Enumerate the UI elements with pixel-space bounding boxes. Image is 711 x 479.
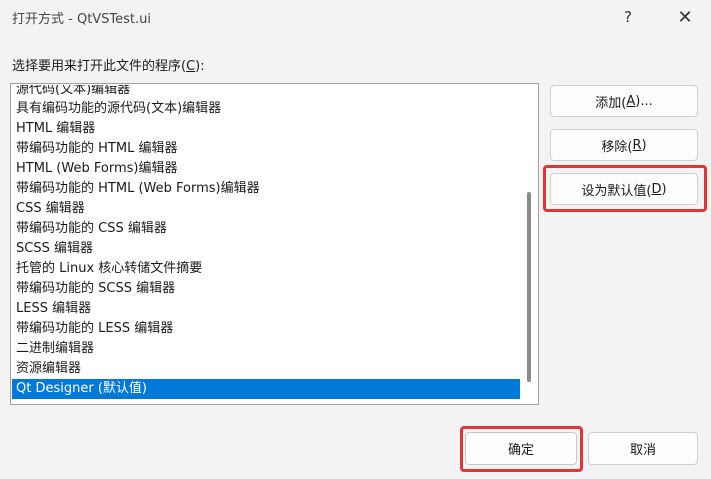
list-item[interactable]: 资源编辑器: [12, 359, 520, 379]
list-item[interactable]: CSS 编辑器: [12, 199, 520, 219]
add-suffix: )...: [635, 93, 653, 109]
add-button[interactable]: 添加(A)...: [550, 85, 698, 117]
set-default-suffix: ): [661, 181, 667, 197]
list-item[interactable]: 源代码(文本)编辑器: [12, 85, 520, 99]
set-default-accel: D: [651, 181, 662, 197]
list-item[interactable]: HTML (Web Forms)编辑器: [12, 159, 520, 179]
program-list: 源代码(文本)编辑器 具有编码功能的源代码(文本)编辑器 HTML 编辑器 带编码功能…: [12, 85, 520, 399]
cancel-button[interactable]: 取消: [588, 432, 698, 465]
vertical-scrollbar[interactable]: [520, 84, 538, 404]
list-item[interactable]: SCSS 编辑器: [12, 239, 520, 259]
remove-button[interactable]: 移除(R): [550, 129, 698, 161]
list-item[interactable]: 带编码功能的 SCSS 编辑器: [12, 279, 520, 299]
remove-label: 移除(: [601, 139, 633, 155]
scrollbar-thumb[interactable]: [527, 192, 531, 382]
prompt-text: 选择要用来打开此文件的程序(: [12, 59, 187, 74]
title-bar: 打开方式 - QtVSTest.ui ? ✕: [0, 0, 711, 34]
program-list-label: 选择要用来打开此文件的程序(C):: [12, 55, 205, 74]
list-item[interactable]: LESS 编辑器: [12, 299, 520, 319]
list-item[interactable]: 带编码功能的 HTML 编辑器: [12, 139, 520, 159]
add-accel: A: [626, 93, 636, 109]
list-item[interactable]: 带编码功能的 LESS 编辑器: [12, 319, 520, 339]
window-title: 打开方式 - QtVSTest.ui: [12, 12, 152, 27]
list-item[interactable]: 带编码功能的 HTML (Web Forms)编辑器: [12, 179, 520, 199]
remove-suffix: ): [641, 137, 647, 153]
prompt-suffix: ):: [195, 59, 205, 74]
program-listbox[interactable]: 源代码(文本)编辑器 具有编码功能的源代码(文本)编辑器 HTML 编辑器 带编码功能…: [10, 83, 539, 405]
set-default-label: 设为默认值(: [581, 183, 652, 199]
help-icon[interactable]: ?: [605, 0, 651, 34]
list-item[interactable]: 具有编码功能的源代码(文本)编辑器: [12, 99, 520, 119]
list-item[interactable]: Qt Designer (默认值): [12, 379, 520, 399]
close-icon[interactable]: ✕: [662, 0, 708, 34]
list-item[interactable]: 带编码功能的 CSS 编辑器: [12, 219, 520, 239]
set-default-button[interactable]: 设为默认值(D): [550, 173, 698, 205]
add-label: 添加(: [595, 95, 627, 111]
remove-accel: R: [632, 137, 642, 153]
prompt-accel: C: [186, 59, 196, 74]
list-item[interactable]: HTML 编辑器: [12, 119, 520, 139]
ok-button[interactable]: 确定: [465, 432, 577, 465]
list-item[interactable]: 托管的 Linux 核心转储文件摘要: [12, 259, 520, 279]
list-item[interactable]: 二进制编辑器: [12, 339, 520, 359]
